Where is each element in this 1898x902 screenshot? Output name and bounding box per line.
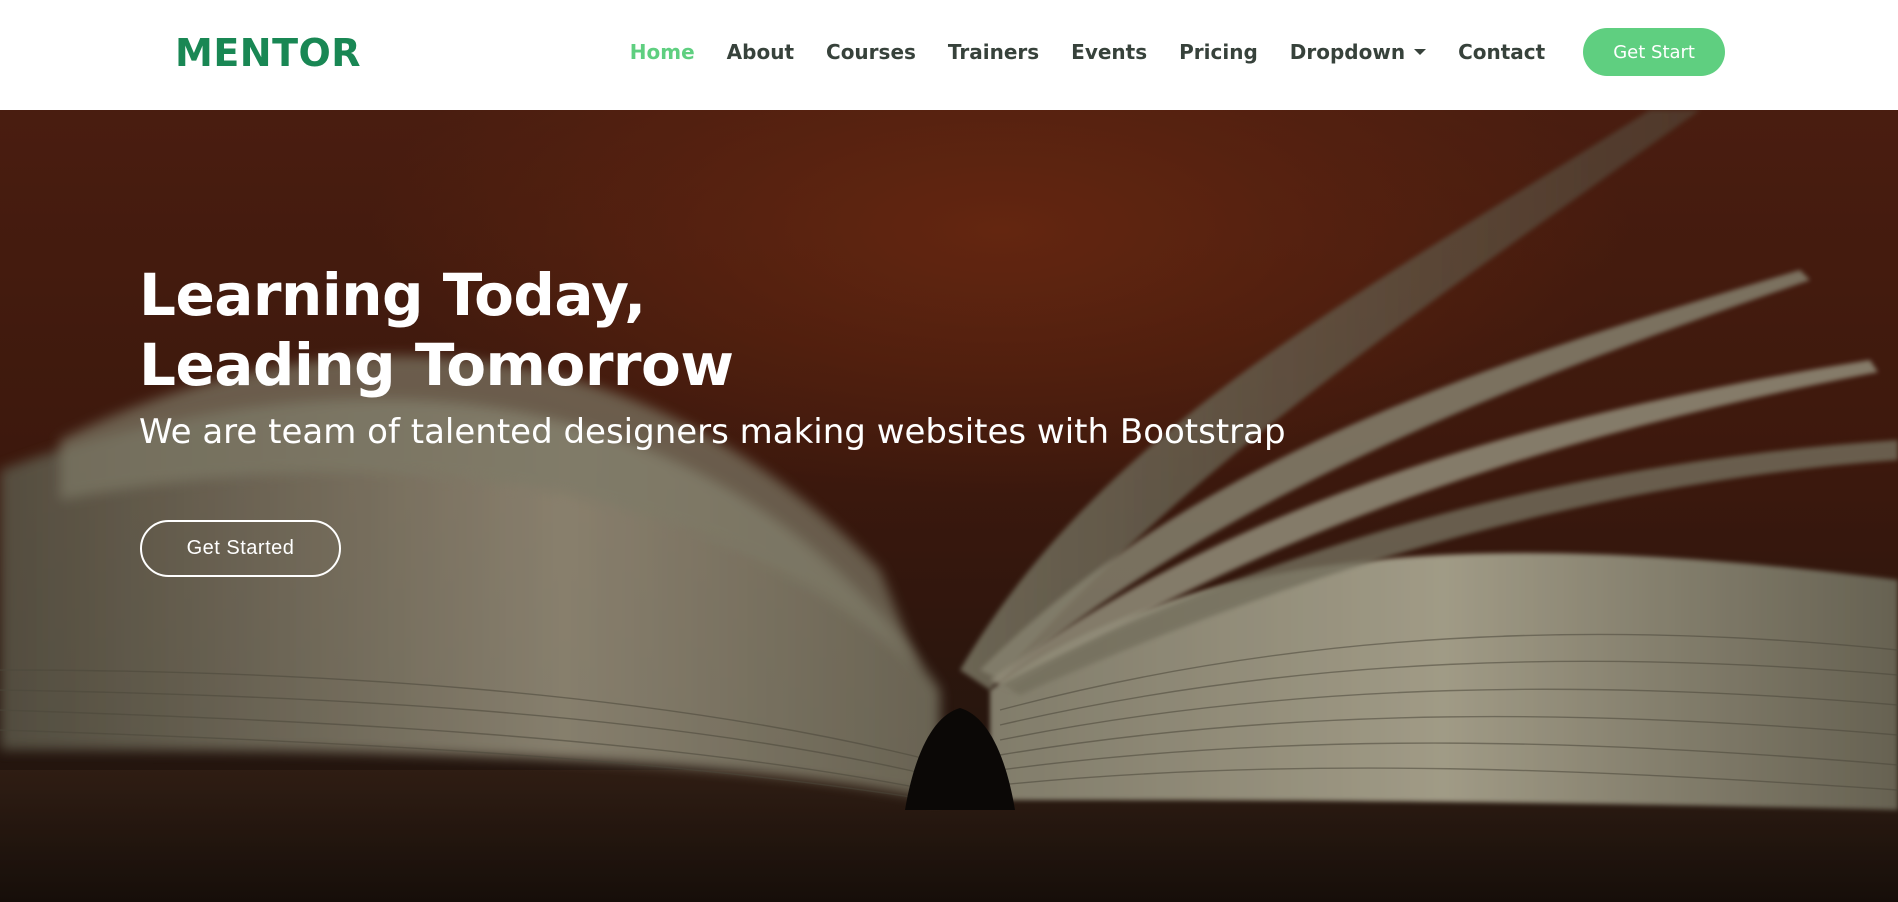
hero-overlay xyxy=(0,110,1898,902)
nav-courses[interactable]: Courses xyxy=(826,40,916,64)
get-start-button[interactable]: Get Start xyxy=(1583,28,1725,76)
hero-section: Learning Today, Leading Tomorrow We are … xyxy=(0,110,1898,902)
nav-events[interactable]: Events xyxy=(1071,40,1147,64)
main-nav: Home About Courses Trainers Events Prici… xyxy=(614,0,1898,104)
caret-down-icon xyxy=(1414,49,1427,55)
get-started-button[interactable]: Get Started xyxy=(140,520,341,577)
hero-subtitle: We are team of talented designers making… xyxy=(139,412,1286,452)
nav-dropdown-label: Dropdown xyxy=(1289,40,1406,64)
nav-trainers[interactable]: Trainers xyxy=(948,40,1039,64)
nav-home[interactable]: Home xyxy=(630,40,695,64)
nav-about[interactable]: About xyxy=(727,40,794,64)
hero-title: Learning Today, Leading Tomorrow xyxy=(139,260,1539,400)
nav-dropdown[interactable]: Dropdown xyxy=(1289,40,1427,64)
hero-title-line1: Learning Today, xyxy=(139,261,646,329)
nav-pricing[interactable]: Pricing xyxy=(1179,40,1258,64)
site-logo[interactable]: MENTOR xyxy=(175,27,361,79)
hero-content: Learning Today, Leading Tomorrow We are … xyxy=(139,260,1539,454)
hero-title-line2: Leading Tomorrow xyxy=(139,331,734,399)
site-header: MENTOR Home About Courses Trainers Event… xyxy=(0,0,1898,110)
nav-contact[interactable]: Contact xyxy=(1458,40,1545,64)
